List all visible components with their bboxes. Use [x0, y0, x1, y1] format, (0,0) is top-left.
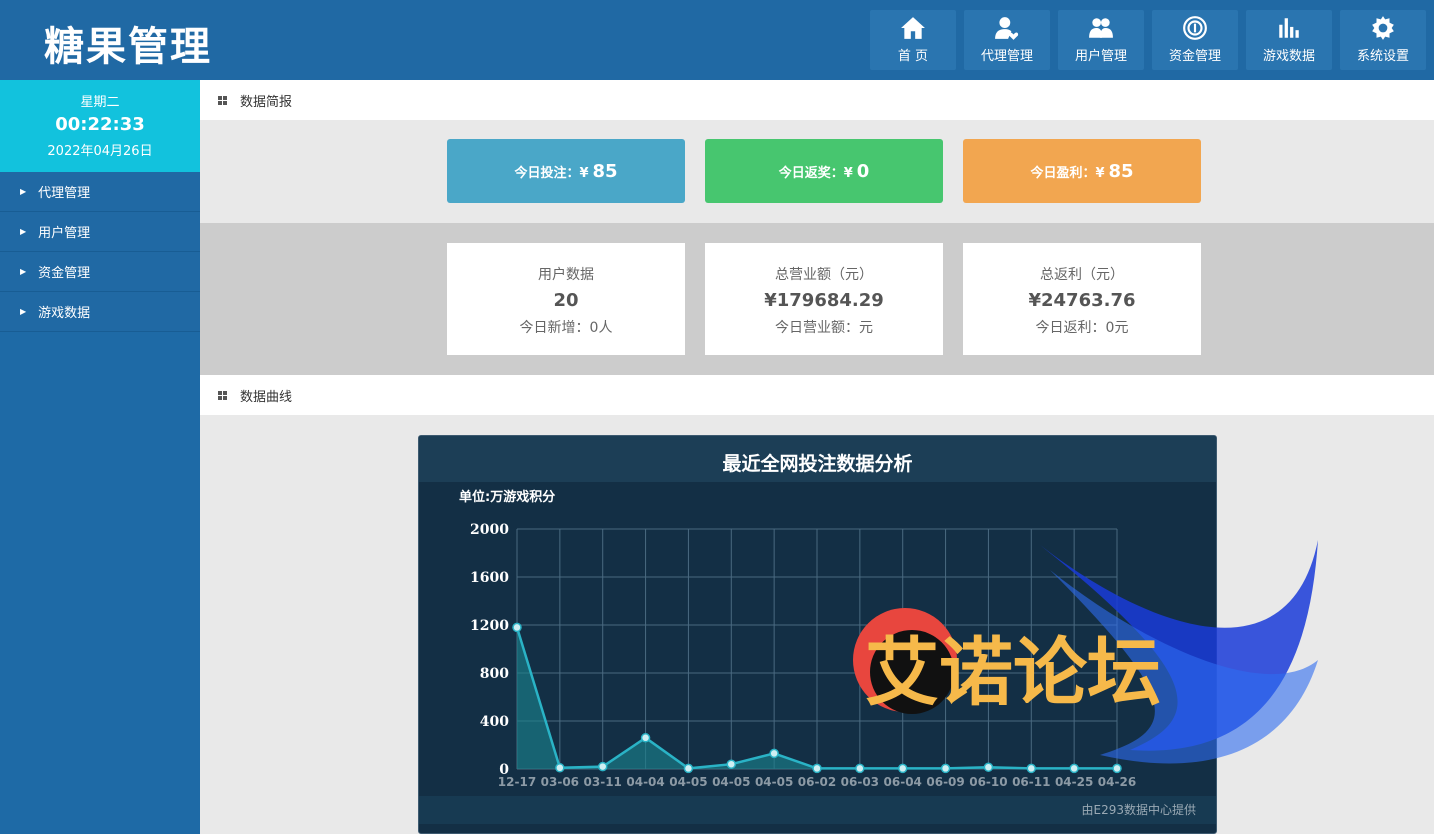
stat-value: 85	[1108, 160, 1134, 182]
app-logo[interactable]: 糖果管理	[44, 14, 212, 72]
stat-today-profit: 今日盈利：¥ 85	[963, 139, 1201, 203]
nav-funds-label: 资金管理	[1168, 49, 1221, 64]
nav-users-label: 用户管理	[1074, 49, 1127, 64]
stat-today-payout: 今日返奖：¥ 0	[705, 139, 943, 203]
x-tick-label: 12-17	[498, 775, 536, 789]
clock-time: 00:22:33	[55, 114, 145, 135]
curve-section-header: 数据曲线	[200, 375, 1434, 415]
card-title: 总返利（元）	[1040, 267, 1124, 283]
y-tick-label: 1200	[470, 618, 509, 634]
data-point	[640, 733, 651, 743]
data-point	[812, 763, 822, 774]
card-revenue: 总营业额（元） ¥179684.29 今日营业额：元	[705, 243, 943, 355]
coin-icon	[1183, 16, 1207, 40]
card-value: 20	[553, 290, 579, 311]
nav-home[interactable]: 首 页	[870, 10, 956, 70]
top-header: 糖果管理 首 页 代理管理 用户管理 资金管理 游戏数据 系统设置	[0, 0, 1434, 80]
nav-users[interactable]: 用户管理	[1058, 10, 1144, 70]
triangle-right-icon: ▶	[20, 307, 27, 316]
data-point	[769, 748, 779, 759]
clock-date: 2022年04月26日	[47, 144, 153, 159]
y-tick-label: 800	[480, 666, 509, 682]
sidebar-item-label: 代理管理	[38, 186, 91, 201]
briefing-section-header: 数据简报	[200, 80, 1434, 120]
data-point	[726, 759, 737, 769]
nav-funds[interactable]: 资金管理	[1152, 10, 1238, 70]
y-tick-label: 1600	[470, 570, 509, 586]
bar-chart-icon	[1279, 18, 1299, 38]
user-heart-icon	[995, 17, 1019, 40]
summary-card-row: 用户数据 20 今日新增：0人 总营业额（元） ¥179684.29 今日营业额…	[200, 223, 1434, 375]
triangle-right-icon: ▶	[20, 187, 27, 196]
users-icon	[1089, 18, 1113, 38]
card-rebate: 总返利（元） ¥24763.76 今日返利：0元	[963, 243, 1201, 355]
card-value: ¥179684.29	[764, 290, 884, 311]
nav-settings[interactable]: 系统设置	[1340, 10, 1426, 70]
x-tick-label: 06-02	[798, 775, 836, 789]
chart-footer: 由E293数据中心提供	[419, 796, 1216, 824]
section-title: 数据简报	[240, 94, 293, 110]
stat-today-bet: 今日投注：¥ 85	[447, 139, 685, 203]
grid-icon	[218, 95, 227, 105]
card-sub: 今日营业额：元	[775, 320, 873, 336]
triangle-right-icon: ▶	[20, 227, 27, 236]
sidebar-item-label: 用户管理	[38, 226, 91, 241]
clock-panel: 星期二 00:22:33 2022年04月26日	[0, 80, 200, 172]
gear-icon	[1372, 16, 1394, 40]
stat-label: 今日盈利：¥	[1030, 165, 1105, 181]
stat-value: 0	[856, 160, 870, 182]
sidebar-item-users[interactable]: ▶ 用户管理	[0, 212, 200, 252]
data-point	[683, 763, 694, 774]
stat-label: 今日投注：¥	[514, 165, 589, 181]
watermark-text: 艾诺论坛	[865, 631, 1161, 714]
x-tick-label: 04-05	[755, 775, 793, 789]
watermark-logo: 艾诺论坛	[853, 540, 1318, 764]
y-tick-label: 400	[480, 714, 509, 730]
weekday: 星期二	[80, 95, 120, 110]
section-title: 数据曲线	[240, 389, 293, 405]
x-tick-label: 04-05	[712, 775, 750, 789]
card-sub: 今日返利：0元	[1035, 320, 1129, 336]
x-tick-label: 03-06	[541, 775, 579, 789]
nav-game-data-label: 游戏数据	[1262, 49, 1315, 64]
sidebar-item-label: 资金管理	[38, 266, 91, 281]
nav-home-label: 首 页	[897, 49, 929, 64]
sidebar-item-funds[interactable]: ▶ 资金管理	[0, 252, 200, 292]
top-nav: 首 页 代理管理 用户管理 资金管理 游戏数据 系统设置	[870, 10, 1434, 70]
x-tick-label: 04-05	[669, 775, 707, 789]
triangle-right-icon: ▶	[20, 267, 27, 276]
nav-settings-label: 系统设置	[1356, 49, 1409, 64]
data-point	[555, 763, 565, 773]
stat-label: 今日返奖：¥	[778, 165, 853, 181]
stat-value: 85	[592, 160, 618, 182]
nav-game-data[interactable]: 游戏数据	[1246, 10, 1332, 70]
card-value: ¥24763.76	[1028, 290, 1136, 311]
home-icon	[901, 17, 925, 39]
sidebar-item-label: 游戏数据	[38, 306, 91, 321]
nav-agent[interactable]: 代理管理	[964, 10, 1050, 70]
stat-row: 今日投注：¥ 85 今日返奖：¥ 0 今日盈利：¥ 85	[200, 120, 1434, 223]
card-title: 用户数据	[538, 267, 594, 283]
card-users: 用户数据 20 今日新增：0人	[447, 243, 685, 355]
nav-agent-label: 代理管理	[980, 49, 1033, 64]
x-tick-label: 04-04	[626, 775, 664, 789]
data-point	[512, 622, 522, 633]
data-point	[597, 761, 608, 772]
sidebar-item-agent[interactable]: ▶ 代理管理	[0, 172, 200, 212]
grid-icon	[218, 390, 227, 400]
card-sub: 今日新增：0人	[519, 320, 613, 336]
sidebar: 星期二 00:22:33 2022年04月26日 ▶ 代理管理 ▶ 用户管理 ▶…	[0, 80, 200, 834]
x-tick-label: 03-11	[584, 775, 622, 789]
y-tick-label: 2000	[470, 522, 509, 538]
card-title: 总营业额（元）	[775, 267, 873, 283]
sidebar-item-game-data[interactable]: ▶ 游戏数据	[0, 292, 200, 332]
